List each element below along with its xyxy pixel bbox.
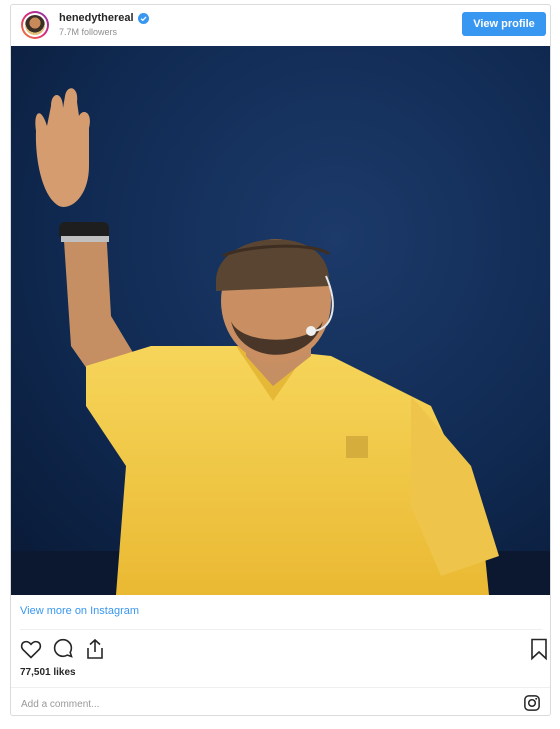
profile-avatar[interactable] <box>21 11 49 39</box>
divider <box>20 629 542 630</box>
username[interactable]: henedythereal <box>59 12 134 24</box>
heart-icon[interactable] <box>19 637 43 661</box>
post-image <box>11 46 550 595</box>
instagram-logo-icon[interactable] <box>523 694 541 712</box>
post-header: henedythereal 7.7M followers View profil… <box>11 5 550 45</box>
comment-input[interactable] <box>19 695 443 713</box>
share-icon[interactable] <box>83 637 107 661</box>
view-more-link[interactable]: View more on Instagram <box>20 605 139 617</box>
post-photo[interactable] <box>11 46 550 595</box>
view-profile-button[interactable]: View profile <box>462 12 546 36</box>
comment-row <box>11 687 550 715</box>
avatar-image <box>25 15 45 35</box>
verified-badge-icon <box>137 12 149 24</box>
comment-icon[interactable] <box>51 637 75 661</box>
post-actions <box>19 637 547 663</box>
followers-count: 7.7M followers <box>59 27 118 37</box>
likes-count: 77,501 likes <box>20 667 76 678</box>
bookmark-icon[interactable] <box>527 637 551 661</box>
instagram-embed-card: henedythereal 7.7M followers View profil… <box>10 4 551 716</box>
